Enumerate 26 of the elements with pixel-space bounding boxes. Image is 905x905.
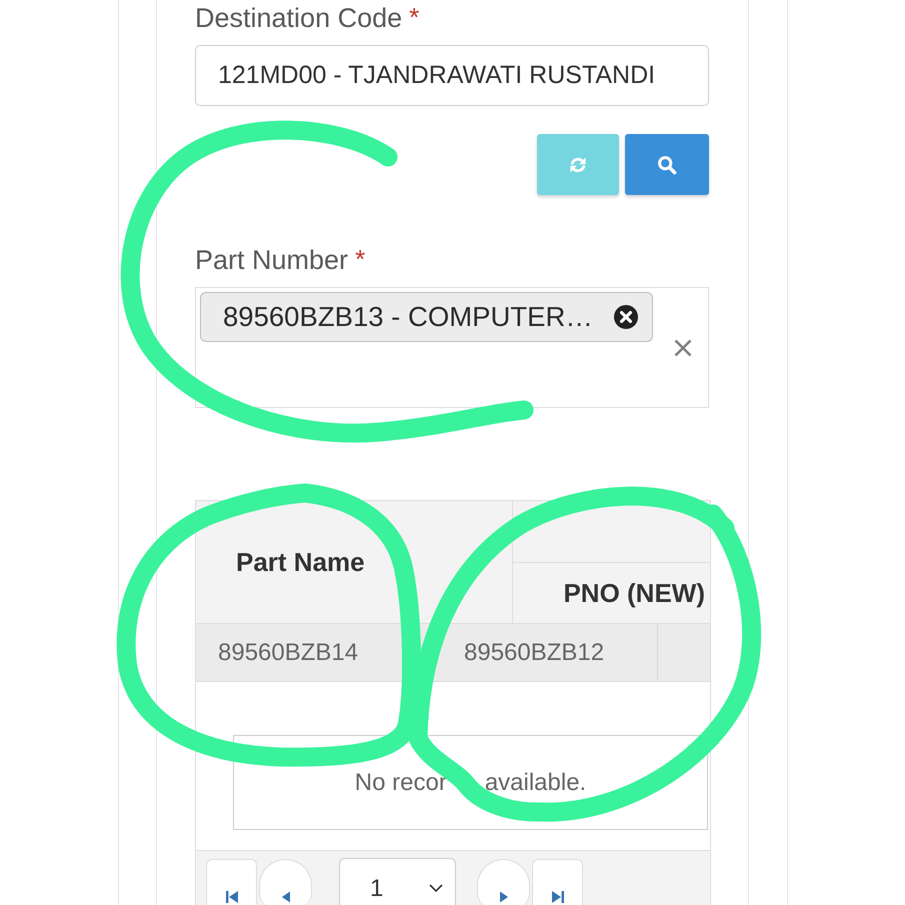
part-number-label: Part Number: [195, 244, 348, 276]
caret-left-icon: [280, 891, 292, 903]
caret-right-icon: [498, 891, 510, 903]
skip-end-icon: [552, 891, 564, 903]
search-icon: [657, 154, 677, 174]
column-header[interactable]: PNO (NEW): [513, 563, 710, 623]
part-number-field[interactable]: 89560BZB13 - COMPUTER…: [195, 287, 709, 408]
remove-icon[interactable]: [614, 305, 638, 329]
last-page-button[interactable]: [532, 859, 583, 905]
chevron-down-icon: [429, 884, 443, 892]
required-mark: *: [355, 244, 366, 275]
destination-code-label: Destination Code: [195, 2, 402, 34]
column-header[interactable]: Part Name: [196, 501, 513, 623]
destination-code-field[interactable]: 121MD00 - TJANDRAWATI RUSTANDI: [195, 45, 709, 106]
selected-part-tag[interactable]: 89560BZB13 - COMPUTER…: [200, 292, 653, 342]
table-cell: 89560BZB12: [464, 638, 604, 666]
skip-start-icon: [226, 891, 238, 903]
first-page-button[interactable]: [206, 859, 257, 905]
page-select[interactable]: 1: [339, 858, 456, 905]
required-mark: *: [409, 2, 420, 33]
table-row[interactable]: 89560BZB14 89560BZB12: [196, 624, 710, 682]
search-button[interactable]: [625, 134, 709, 195]
empty-message-text: No recor: [354, 768, 447, 796]
clear-icon[interactable]: [674, 339, 692, 357]
table-cell: 89560BZB14: [218, 638, 358, 666]
empty-message-text: available.: [484, 768, 586, 796]
